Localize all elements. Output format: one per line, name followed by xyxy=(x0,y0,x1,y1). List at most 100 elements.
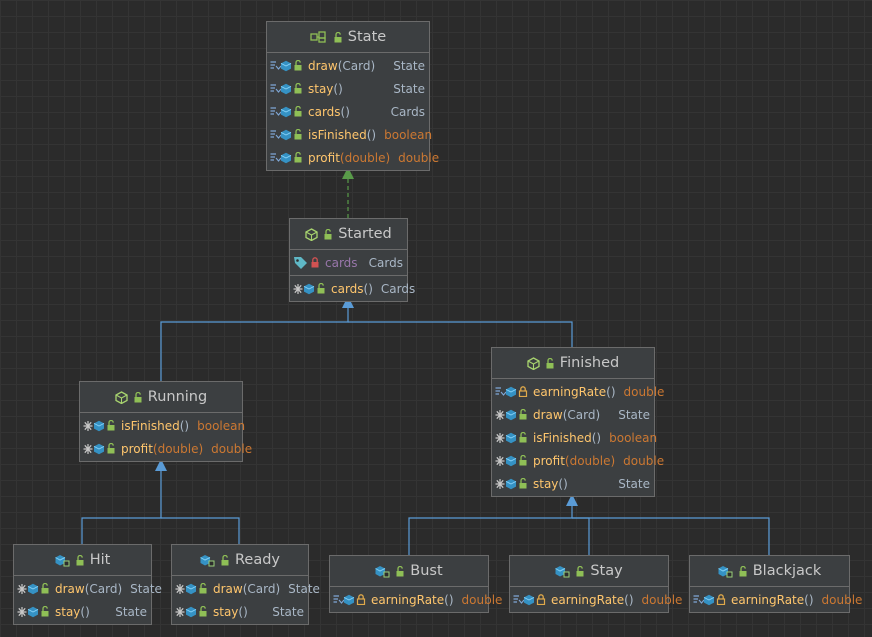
unlock-icon xyxy=(518,408,528,420)
member-icons xyxy=(495,454,528,467)
method-row[interactable]: stay() State xyxy=(492,472,654,495)
member-section: draw (Card) State stay() State xyxy=(14,576,162,624)
private-lock-icon xyxy=(310,257,320,268)
method-icon xyxy=(270,106,292,118)
member-params: () xyxy=(624,592,634,607)
method-row[interactable]: profit (double) double xyxy=(492,449,664,472)
node-blackjack[interactable]: Blackjack earningRate() double xyxy=(689,555,862,613)
member-name: isFinished xyxy=(121,418,180,433)
node-state[interactable]: State draw (Card) State stay() State cards() Ca… xyxy=(266,21,439,171)
node-started[interactable]: Started cards Cards cards() Cards xyxy=(289,218,415,302)
member-params: () xyxy=(179,418,190,433)
override-method-icon xyxy=(17,583,39,595)
unlock-icon xyxy=(293,128,303,140)
member-type: State xyxy=(130,581,162,596)
method-row[interactable]: stay() State xyxy=(172,600,308,623)
member-name: draw xyxy=(308,58,338,73)
node-header: Bust xyxy=(330,556,488,587)
member-type: State xyxy=(393,58,425,73)
member-type: double xyxy=(623,384,665,399)
member-name: earningRate xyxy=(551,592,625,607)
method-row[interactable]: stay() State xyxy=(14,600,151,623)
member-params: (Card) xyxy=(84,581,123,596)
abstract-class-icon xyxy=(115,390,128,404)
edge-hit-running xyxy=(81,459,167,544)
node-finished[interactable]: Finished earningRate() double draw (Card) Sta… xyxy=(491,347,664,497)
member-type: double xyxy=(211,441,253,456)
method-row[interactable]: draw (Card) State xyxy=(172,577,320,600)
node-bust[interactable]: Bust earningRate() double xyxy=(329,555,502,613)
member-params: () xyxy=(558,476,568,491)
lock-icon xyxy=(356,594,366,606)
method-row[interactable]: isFinished() boolean xyxy=(267,123,432,146)
member-icons xyxy=(270,82,303,95)
method-icon xyxy=(270,152,292,164)
method-row[interactable]: earningRate() double xyxy=(330,588,502,611)
method-icon xyxy=(513,594,535,606)
unlock-icon xyxy=(40,605,50,617)
override-method-icon xyxy=(83,443,105,455)
method-row[interactable]: earningRate() double xyxy=(492,380,664,403)
node-title: Blackjack xyxy=(752,563,822,579)
node-ready[interactable]: Ready draw (Card) State stay() State xyxy=(171,544,320,625)
abstract-class-icon xyxy=(527,356,540,370)
member-params: () xyxy=(80,604,90,619)
method-row[interactable]: profit (double) double xyxy=(80,437,252,460)
unlock-icon xyxy=(106,442,116,454)
member-name: cards xyxy=(308,104,341,119)
member-type: double xyxy=(821,592,863,607)
member-name: isFinished xyxy=(533,430,592,445)
member-icons xyxy=(270,105,303,118)
member-icons xyxy=(293,256,320,270)
node-header: State xyxy=(267,22,429,53)
method-row[interactable]: profit (double) double xyxy=(267,146,439,169)
member-type: Cards xyxy=(390,104,425,119)
method-row[interactable]: cards() Cards xyxy=(290,277,415,300)
method-icon xyxy=(270,83,292,95)
node-hit[interactable]: Hit draw (Card) State stay() State xyxy=(13,544,162,625)
unlock-icon xyxy=(293,59,303,71)
member-type: double xyxy=(641,592,683,607)
member-icons xyxy=(175,605,208,618)
member-icons xyxy=(333,594,366,606)
edge-ready-running xyxy=(161,517,240,544)
edge-bust-finished xyxy=(408,494,578,555)
method-row[interactable]: draw (Card) State xyxy=(267,54,429,77)
abstract-class-icon xyxy=(305,227,318,241)
member-params: () xyxy=(366,127,377,142)
node-running[interactable]: Running isFinished() boolean profit (double)… xyxy=(79,381,252,462)
method-row[interactable]: cards() Cards xyxy=(267,100,429,123)
member-icons xyxy=(270,59,303,72)
class-icon xyxy=(717,565,733,578)
method-row[interactable]: earningRate() double xyxy=(690,588,862,611)
method-row[interactable]: draw (Card) State xyxy=(492,403,654,426)
member-params: () xyxy=(333,81,343,96)
method-row[interactable]: isFinished() boolean xyxy=(80,414,245,437)
class-icon xyxy=(54,554,70,567)
member-type: double xyxy=(461,592,503,607)
member-name: draw xyxy=(213,581,243,596)
member-name: stay xyxy=(55,604,81,619)
member-name: stay xyxy=(213,604,239,619)
method-row[interactable]: isFinished() boolean xyxy=(492,426,657,449)
unlock-icon xyxy=(316,282,326,294)
node-stay[interactable]: Stay earningRate() double xyxy=(509,555,682,613)
field-row[interactable]: cards Cards xyxy=(290,251,407,274)
method-row[interactable]: draw (Card) State xyxy=(14,577,162,600)
member-params: () xyxy=(804,592,814,607)
member-section: earningRate() double xyxy=(510,587,682,612)
member-params: () xyxy=(606,384,616,399)
override-method-icon xyxy=(175,583,197,595)
node-header: Hit xyxy=(14,545,151,576)
method-row[interactable]: stay() State xyxy=(267,77,429,100)
member-icons xyxy=(83,419,116,432)
unlock-icon xyxy=(75,554,85,566)
node-header: Ready xyxy=(172,545,308,576)
override-method-icon xyxy=(495,478,517,490)
interface-icon xyxy=(310,31,328,43)
member-name: earningRate xyxy=(533,384,607,399)
override-method-icon xyxy=(293,283,315,295)
unlock-icon xyxy=(738,565,748,577)
member-icons xyxy=(293,282,326,295)
method-row[interactable]: earningRate() double xyxy=(510,588,682,611)
